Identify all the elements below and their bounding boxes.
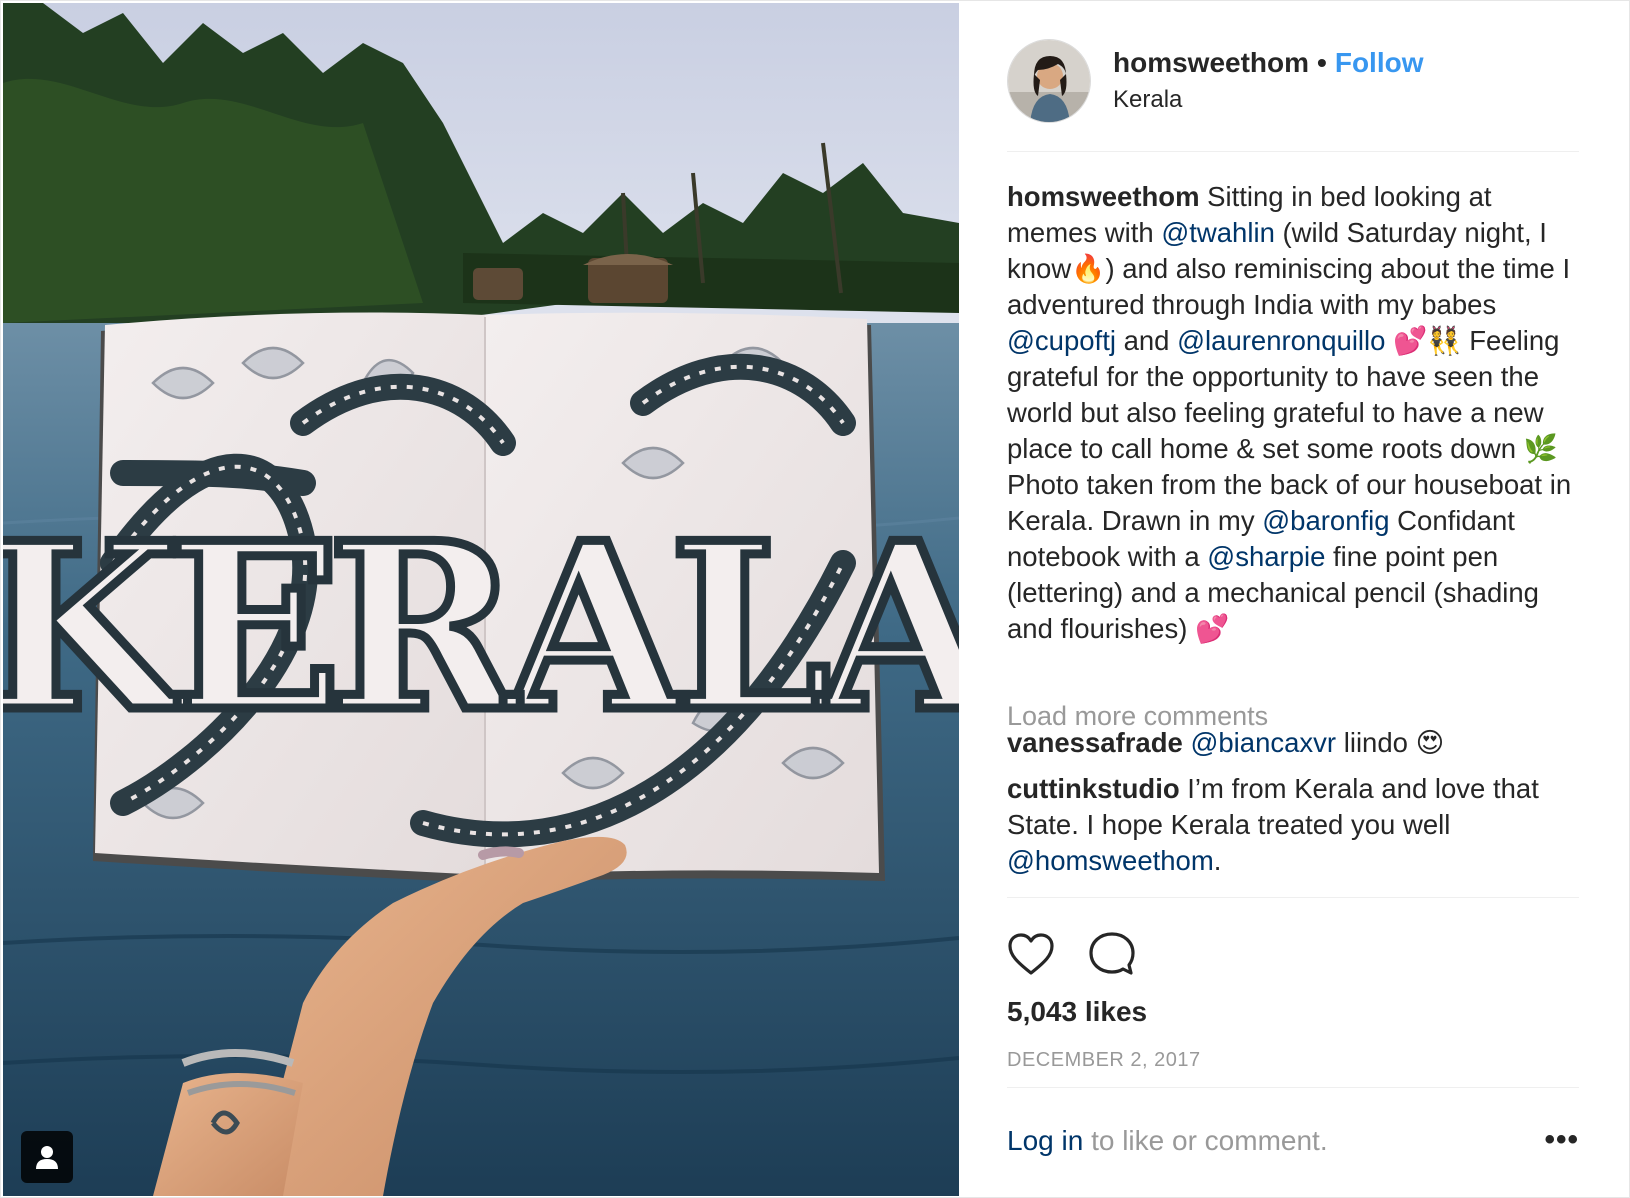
person-tag-icon xyxy=(36,1146,58,1169)
mention-link[interactable]: @sharpie xyxy=(1207,541,1325,572)
likes-count[interactable]: 5,043 likes xyxy=(1007,996,1147,1028)
caption-username[interactable]: homsweethom xyxy=(1007,181,1200,212)
login-suffix: to like or comment. xyxy=(1083,1125,1328,1156)
text-fragment: liindo 😍 xyxy=(1336,727,1445,758)
kerala-lettering-photo: KERALA xyxy=(3,3,959,1196)
header-username-row: homsweethom • Follow xyxy=(1113,47,1424,79)
comment-item: cuttinkstudio I’m from Kerala and love t… xyxy=(1007,771,1587,879)
mention-link[interactable]: @baronfig xyxy=(1262,505,1389,536)
post-photo[interactable]: KERALA xyxy=(3,3,959,1196)
post-date[interactable]: DECEMBER 2, 2017 xyxy=(1007,1049,1201,1072)
text-fragment: . xyxy=(1213,845,1222,876)
comment-username[interactable]: cuttinkstudio xyxy=(1007,773,1180,804)
avatar[interactable] xyxy=(1007,39,1091,123)
kerala-lettering: KERALA xyxy=(3,493,959,763)
heart-outline-icon xyxy=(1008,933,1054,975)
post-caption: homsweethom Sitting in bed looking at me… xyxy=(1007,179,1587,647)
post-header: homsweethom • Follow Kerala xyxy=(1007,39,1587,123)
login-link[interactable]: Log in xyxy=(1007,1125,1083,1156)
post-username[interactable]: homsweethom xyxy=(1113,47,1309,78)
post-actions xyxy=(1007,929,1135,979)
mention-link[interactable]: @cupoftj xyxy=(1007,325,1116,356)
text-fragment: and xyxy=(1115,325,1178,356)
post-details-panel: homsweethom • Follow Kerala homsweethom Si… xyxy=(959,1,1629,1198)
tag-people-button[interactable] xyxy=(21,1131,73,1183)
mention-link[interactable]: @biancaxvr xyxy=(1190,727,1336,758)
post-location[interactable]: Kerala xyxy=(1113,86,1182,114)
login-prompt: Log in to like or comment. ••• xyxy=(1007,1125,1579,1165)
header-divider xyxy=(1007,151,1579,152)
avatar-image xyxy=(1008,40,1090,122)
follow-button[interactable]: Follow xyxy=(1335,47,1424,78)
like-button[interactable] xyxy=(1007,932,1055,976)
mention-link[interactable]: @twahlin xyxy=(1161,217,1275,248)
mention-link[interactable]: @homsweethom xyxy=(1007,845,1214,876)
instagram-post: KERALA homsweethom • Follow Kerala homsw… xyxy=(0,0,1630,1198)
ellipsis-icon[interactable]: ••• xyxy=(1544,1125,1579,1155)
comment-item: vanessafrade @biancaxvr liindo 😍 xyxy=(1007,725,1587,761)
comment-button[interactable] xyxy=(1089,931,1135,977)
comments-divider xyxy=(1007,897,1579,898)
speech-bubble-icon xyxy=(1089,932,1135,975)
mention-link[interactable]: @laurenronquillo xyxy=(1177,325,1385,356)
separator-dot: • xyxy=(1317,47,1327,78)
footer-divider xyxy=(1007,1087,1579,1088)
comment-username[interactable]: vanessafrade xyxy=(1007,727,1183,758)
